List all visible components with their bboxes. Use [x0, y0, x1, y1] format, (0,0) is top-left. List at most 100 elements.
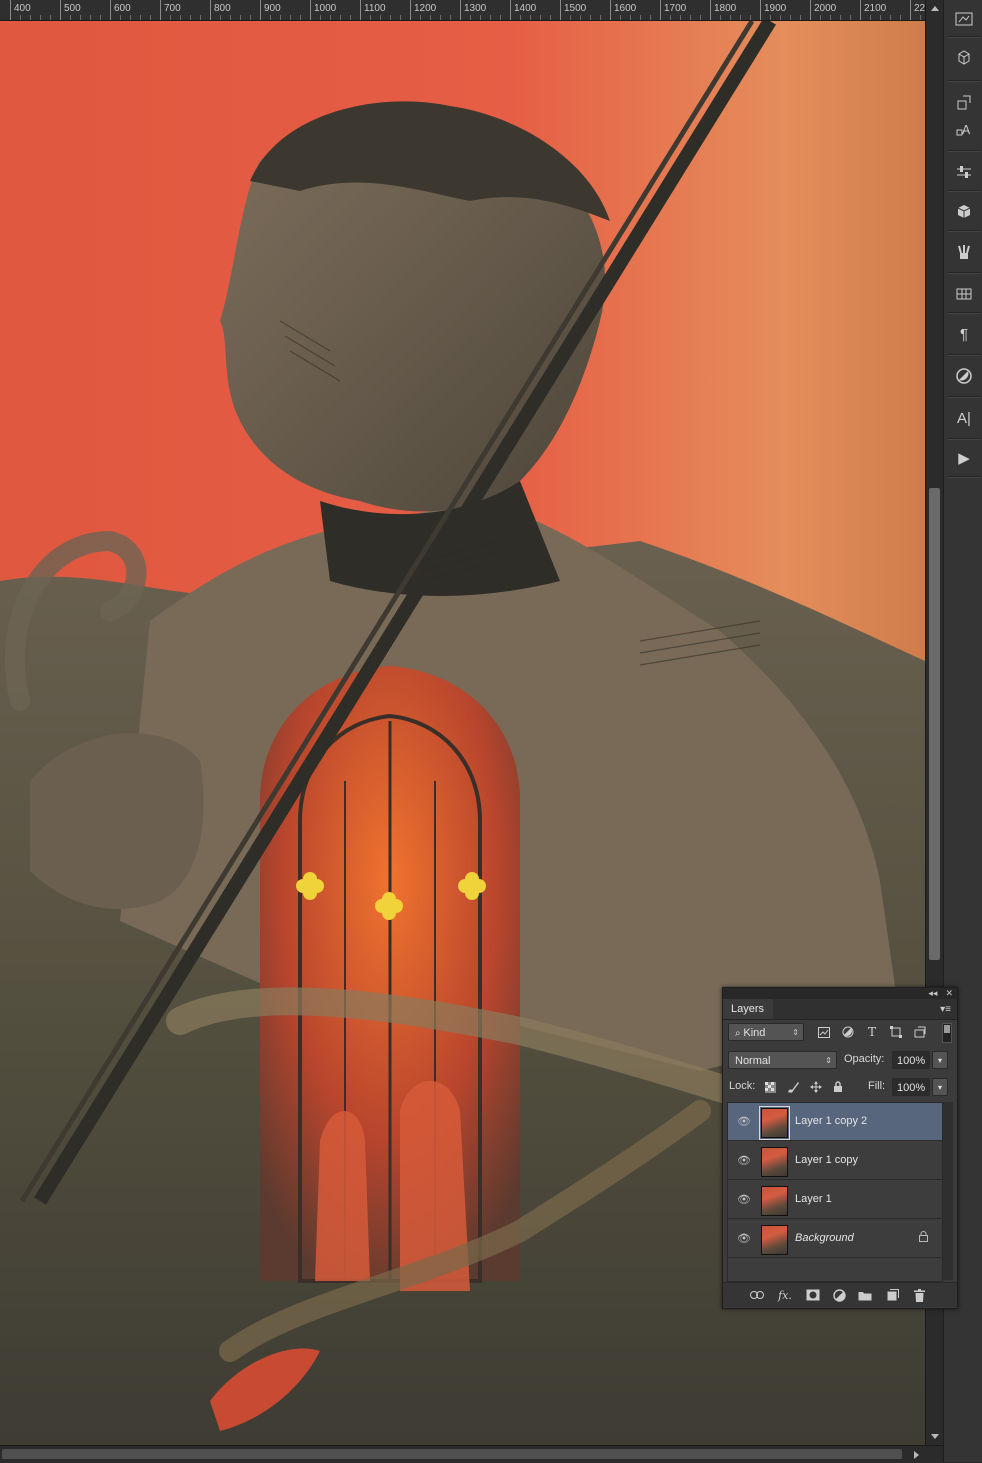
- ruler-tick-label: 700: [164, 3, 181, 14]
- panel-menu-icon[interactable]: ▾≡: [940, 1004, 951, 1015]
- ruler-tick: 1000: [310, 0, 336, 20]
- layer-list: 👁 Layer 1 copy 2 👁 Layer 1 copy 👁 Layer …: [727, 1102, 943, 1282]
- ruler-minor-tick: [800, 15, 801, 20]
- character-icon[interactable]: A|: [950, 404, 978, 432]
- collapse-icon[interactable]: ◂◂: [928, 988, 937, 999]
- layer-row[interactable]: 👁 Layer 1 copy: [728, 1142, 942, 1180]
- adjustment-layer-icon[interactable]: [831, 1287, 847, 1303]
- ruler-tick-label: 1000: [314, 3, 337, 14]
- ruler-minor-tick: [420, 15, 421, 20]
- lock-all-icon[interactable]: [831, 1080, 845, 1094]
- layer-row[interactable]: 👁 Layer 1 copy 2: [728, 1103, 942, 1141]
- lock-position-move-icon[interactable]: [809, 1080, 823, 1094]
- ruler-minor-tick: [400, 15, 401, 20]
- vertical-scroll-thumb[interactable]: [929, 488, 940, 960]
- ruler-minor-tick: [880, 15, 881, 20]
- scroll-right-arrow[interactable]: [914, 1451, 919, 1459]
- ruler-minor-tick: [300, 15, 301, 20]
- fill-field[interactable]: 100%: [892, 1078, 930, 1096]
- ruler-minor-tick: [380, 15, 381, 20]
- paragraph-glyph: ¶: [959, 325, 969, 343]
- mask-icon[interactable]: [805, 1287, 821, 1303]
- filter-shape-icon[interactable]: [889, 1025, 903, 1039]
- filter-adjustment-icon[interactable]: [841, 1025, 855, 1039]
- horizontal-scroll-thumb[interactable]: [2, 1449, 902, 1459]
- ruler-minor-tick: [480, 15, 481, 20]
- ruler-minor-tick: [290, 15, 291, 20]
- blend-mode-select[interactable]: Normal ⇕: [728, 1051, 837, 1069]
- opacity-dropdown[interactable]: ▾: [932, 1051, 948, 1069]
- paragraph-icon[interactable]: ¶: [950, 320, 978, 348]
- character-glyph: A|: [957, 409, 971, 427]
- ruler-tick-label: 900: [264, 3, 281, 14]
- ruler-tick: 1900: [760, 0, 786, 20]
- ruler-minor-tick: [90, 15, 91, 20]
- tab-layers[interactable]: Layers: [723, 999, 773, 1019]
- brushes-icon[interactable]: [950, 238, 978, 266]
- 3d-icon[interactable]: [950, 44, 978, 72]
- ruler-minor-tick: [230, 15, 231, 20]
- ruler-tick-label: 1200: [414, 3, 437, 14]
- ruler-tick: 1800: [710, 0, 736, 20]
- horizontal-scrollbar[interactable]: [0, 1445, 943, 1463]
- actions-icon[interactable]: ▶: [950, 444, 978, 472]
- panel-titlebar[interactable]: ◂◂ ✕: [723, 988, 957, 999]
- ruler-tick-label: 1800: [714, 3, 737, 14]
- ruler-minor-tick: [920, 15, 921, 20]
- eye-visibility-icon[interactable]: 👁: [737, 1115, 751, 1128]
- group-folder-icon[interactable]: [857, 1287, 873, 1303]
- ruler-minor-tick: [680, 15, 681, 20]
- swatches-icon[interactable]: [950, 280, 978, 308]
- ruler-tick: 1300: [460, 0, 486, 20]
- filter-pixel-icon[interactable]: [817, 1025, 831, 1039]
- filter-toggle[interactable]: [942, 1023, 952, 1043]
- ruler-minor-tick: [270, 15, 271, 20]
- new-layer-icon[interactable]: [885, 1287, 901, 1303]
- history-icon[interactable]: [950, 4, 978, 32]
- link-icon[interactable]: [749, 1287, 765, 1303]
- character-styles-icon[interactable]: A: [950, 116, 978, 144]
- ruler-tick: 1200: [410, 0, 436, 20]
- ruler-minor-tick: [100, 15, 101, 20]
- ruler-tick: 1500: [560, 0, 586, 20]
- trash-icon[interactable]: [911, 1287, 927, 1303]
- close-icon[interactable]: ✕: [945, 988, 953, 999]
- eye-visibility-icon[interactable]: 👁: [737, 1232, 751, 1245]
- eye-visibility-icon[interactable]: 👁: [737, 1154, 751, 1167]
- layer-row[interactable]: 👁 Layer 1: [728, 1181, 942, 1219]
- play-glyph: ▶: [958, 450, 970, 467]
- ruler-minor-tick: [900, 15, 901, 20]
- clone-source-icon[interactable]: [950, 88, 978, 116]
- fx-icon[interactable]: fx.: [777, 1287, 793, 1303]
- styles-icon[interactable]: [950, 362, 978, 390]
- cube-icon[interactable]: [950, 198, 978, 226]
- ruler-tick: 2000: [810, 0, 836, 20]
- ruler-minor-tick: [530, 15, 531, 20]
- scroll-down-arrow[interactable]: [931, 1434, 939, 1439]
- svg-text:A: A: [962, 123, 971, 137]
- adjustments-icon[interactable]: [950, 158, 978, 186]
- layer-thumbnail: [761, 1225, 788, 1255]
- ruler-tick-label: 22: [914, 3, 925, 14]
- filter-type-icon[interactable]: T: [865, 1025, 879, 1039]
- layer-row[interactable]: 👁 Background: [728, 1220, 942, 1258]
- eye-visibility-icon[interactable]: 👁: [737, 1193, 751, 1206]
- lock-pixels-brush-icon[interactable]: [786, 1080, 800, 1094]
- ruler-minor-tick: [430, 15, 431, 20]
- ruler-minor-tick: [890, 15, 891, 20]
- opacity-field[interactable]: 100%: [892, 1051, 930, 1069]
- filter-kind-select[interactable]: ⌕ Kind ⇕: [728, 1023, 804, 1041]
- scroll-up-arrow[interactable]: [931, 6, 939, 11]
- fill-dropdown[interactable]: ▾: [932, 1078, 948, 1096]
- layer-list-scrollbar[interactable]: [943, 1102, 953, 1280]
- filter-smart-object-icon[interactable]: [913, 1025, 927, 1039]
- ruler-tick: 2100: [860, 0, 886, 20]
- ruler-tick-label: 1400: [514, 3, 537, 14]
- lock-icon: [919, 1231, 928, 1245]
- ruler-minor-tick: [580, 15, 581, 20]
- lock-transparent-icon[interactable]: [763, 1080, 777, 1094]
- ruler-tick: 1600: [610, 0, 636, 20]
- ruler-minor-tick: [490, 15, 491, 20]
- horizontal-ruler[interactable]: 400 500 600 700 800 900 1000 1100 1200 1300 1400 15…: [0, 0, 925, 21]
- ruler-minor-tick: [20, 15, 21, 20]
